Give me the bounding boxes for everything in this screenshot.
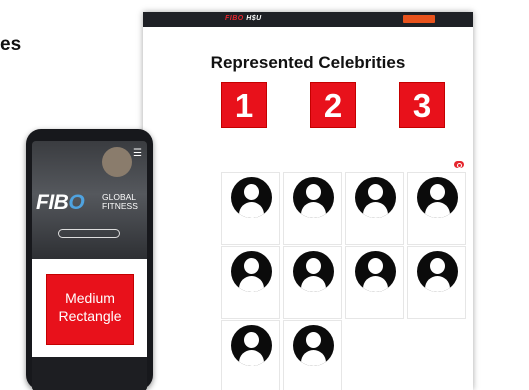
celebrity-card[interactable] [221,246,280,319]
mobile-footer [32,357,147,390]
avatar-placeholder-icon [231,177,272,218]
celebrity-card[interactable] [407,172,466,245]
logo-text: FIBO [225,15,244,22]
medium-rectangle-ad[interactable]: Medium Rectangle [46,274,134,345]
hamburger-icon[interactable]: ☰ [133,148,142,159]
fibo-global-fitness-logo: FIBO [36,191,85,215]
avatar-placeholder-icon [417,251,458,292]
hero-person-image [102,147,132,177]
avatar-placeholder-icon [417,177,458,218]
logo-suffix: H$U [246,15,262,22]
celebrity-card[interactable] [283,172,342,245]
avatar-placeholder-icon [231,325,272,366]
page-title: Represented Celebrities [210,53,406,72]
avatar-placeholder-icon [293,251,334,292]
celebrity-card[interactable] [221,172,280,245]
ad-label-line-1: Medium [65,290,115,306]
logo-main: FIB [36,191,69,214]
ad-label-line-2: Rectangle [58,308,122,324]
celebrity-card[interactable] [345,172,404,245]
celebrity-card[interactable] [345,246,404,319]
rank-2-badge: 2 [310,82,356,128]
background-text-fragment: es [0,34,22,55]
top-navigation-bar: FIBO H$U [143,12,473,27]
logo-o: O [68,191,85,214]
avatar-placeholder-icon [293,325,334,366]
avatar-placeholder-icon [293,177,334,218]
celebrity-card[interactable] [283,246,342,319]
search-icon[interactable] [454,161,464,168]
rank-1-badge: 1 [221,82,267,128]
fibo-logo[interactable]: FIBO H$U [225,15,262,22]
rank-3-badge: 3 [399,82,445,128]
logo-fitness: FITNESS [102,201,138,211]
nav-cta-button[interactable] [403,15,435,23]
mobile-cta-button[interactable] [58,229,120,238]
celebrity-card[interactable] [221,320,280,390]
mobile-hero-banner: ☰ FIBO GLOBAL FITNESS [32,141,147,259]
avatar-placeholder-icon [355,177,396,218]
mobile-phone-mockup: ☰ FIBO GLOBAL FITNESS Medium Rectangle [26,129,153,390]
logo-subtitle: GLOBAL FITNESS [102,193,147,211]
avatar-placeholder-icon [355,251,396,292]
celebrity-card[interactable] [407,246,466,319]
avatar-placeholder-icon [231,251,272,292]
desktop-screenshot: FIBO H$U Represented Celebrities 1 2 3 [143,12,473,390]
mobile-screen: ☰ FIBO GLOBAL FITNESS Medium Rectangle [32,141,147,390]
celebrity-card[interactable] [283,320,342,390]
